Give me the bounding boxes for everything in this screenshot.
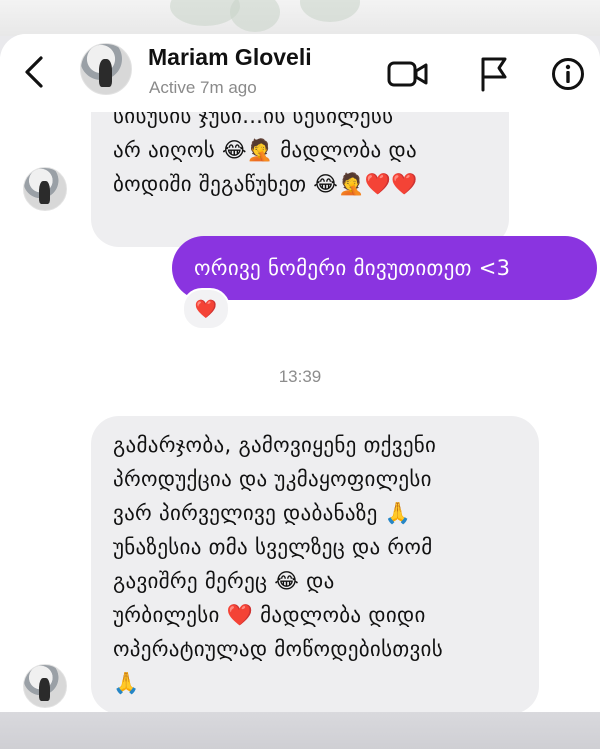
active-status: Active 7m ago — [149, 78, 257, 97]
flag-icon — [481, 57, 507, 92]
info-button[interactable] — [546, 54, 590, 94]
received-message-bubble[interactable]: გამარჯობა, გამოვიყენე თქვენი პროდუქცია დ… — [91, 416, 539, 714]
flag-button[interactable] — [472, 54, 516, 94]
message-line: უნაზესია თმა სველზეც და რომ — [113, 535, 433, 559]
sender-avatar[interactable] — [23, 664, 67, 708]
video-call-icon — [387, 61, 428, 87]
sender-avatar[interactable] — [23, 167, 67, 211]
chat-header: Mariam Gloveli Active 7m ago — [0, 34, 600, 112]
video-call-button[interactable] — [386, 54, 430, 94]
contact-name[interactable]: Mariam Gloveli — [148, 44, 312, 71]
message-line: პროდუქცია და უკმაყოფილესი — [113, 467, 432, 491]
message-line: 🙏 — [113, 671, 140, 695]
sent-message-bubble[interactable]: ორივე ნომერი მივუთითეთ <3 — [172, 236, 597, 300]
messenger-screen: Mariam Gloveli Active 7m ago სისუსის ჯუს… — [0, 34, 600, 720]
message-line: ურბილესი ❤️ მადლობა დიდი — [113, 603, 426, 627]
message-line: გავიშრე მერეც 😂 და — [113, 569, 335, 593]
back-button[interactable] — [16, 52, 52, 92]
background-photo-top — [0, 0, 600, 36]
message-line: ბოდიში შეგაწუხეთ 😂🤦❤️❤️ — [113, 172, 418, 196]
heart-icon: ❤️ — [194, 298, 218, 320]
message-line: გამარჯობა, გამოვიყენე თქვენი — [113, 433, 437, 457]
message-line: ვარ პირველივე დაბანაზე 🙏 — [113, 501, 412, 525]
message-line: არ აიღოს 😂🤦 მადლობა და — [113, 138, 417, 162]
heart-reaction[interactable]: ❤️ — [182, 288, 230, 330]
message-timestamp: 13:39 — [278, 367, 322, 386]
chevron-left-icon — [25, 56, 43, 88]
info-icon — [552, 58, 584, 90]
message-line: ოპერატიულად მოწოდებისთვის — [113, 637, 443, 661]
background-photo-bottom — [0, 712, 600, 749]
contact-avatar[interactable] — [80, 43, 132, 95]
